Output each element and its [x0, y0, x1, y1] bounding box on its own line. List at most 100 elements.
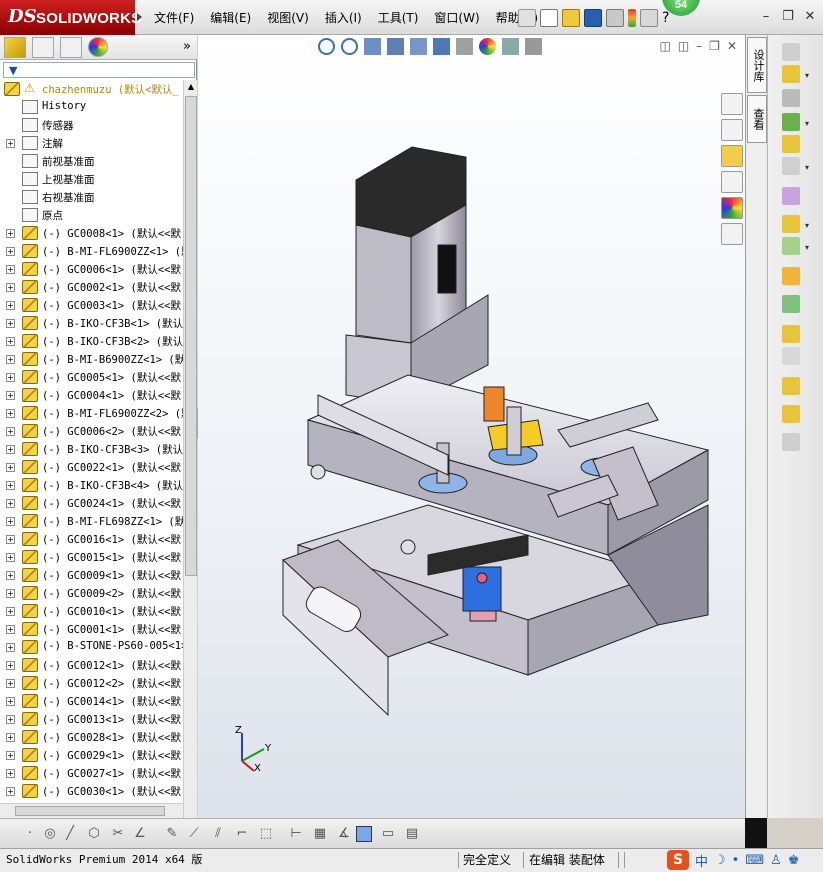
- tree-item[interactable]: + (-) GC0022<1> (默认<<默: [0, 458, 183, 476]
- polygon-icon[interactable]: ⬡: [86, 826, 102, 842]
- expand-icon[interactable]: +: [6, 355, 15, 364]
- help-icon[interactable]: ?: [662, 10, 669, 26]
- window-icon[interactable]: ▭: [380, 826, 396, 842]
- tree-item[interactable]: + (-) GC0004<1> (默认<<默: [0, 386, 183, 404]
- tree-item[interactable]: 原点: [0, 206, 183, 224]
- keyboard-icon[interactable]: ⌨: [745, 853, 764, 868]
- tree-item[interactable]: 右视基准面: [0, 188, 183, 206]
- design-library-tab[interactable]: 设计库: [747, 37, 767, 93]
- minimize-icon[interactable]: –: [759, 10, 773, 24]
- graphics-area[interactable]: ◫ ◫ – ❐ ✕ Z Y X: [198, 35, 745, 818]
- scroll-up-icon[interactable]: ▲: [185, 80, 197, 94]
- menu-view[interactable]: 视图(V): [259, 9, 317, 27]
- expand-icon[interactable]: +: [6, 769, 15, 778]
- restore-icon[interactable]: ❐: [781, 10, 795, 24]
- expand-icon[interactable]: +: [6, 463, 15, 472]
- custom-properties-icon[interactable]: [721, 223, 743, 245]
- solidworks-logo[interactable]: DS SOLIDWORKS: [0, 0, 141, 35]
- expand-icon[interactable]: +: [6, 481, 15, 490]
- user-icon[interactable]: ♙: [770, 853, 782, 868]
- expand-icon[interactable]: +: [6, 139, 15, 148]
- tree-item[interactable]: + (-) GC0005<1> (默认<<默: [0, 368, 183, 386]
- instant3d-icon[interactable]: [782, 433, 800, 451]
- expand-icon[interactable]: +: [6, 517, 15, 526]
- expand-icon[interactable]: +: [6, 661, 15, 670]
- linear-pattern-icon[interactable]: [782, 113, 800, 131]
- bill-of-materials-icon[interactable]: [782, 295, 800, 313]
- expand-icon[interactable]: +: [6, 247, 15, 256]
- shaded-view-icon[interactable]: [356, 826, 372, 842]
- options-icon[interactable]: [640, 9, 658, 27]
- expand-icon[interactable]: +: [6, 499, 15, 508]
- tree-item[interactable]: + (-) B-MI-FL6900ZZ<2> (默: [0, 404, 183, 422]
- folder-icon[interactable]: [721, 145, 743, 167]
- expand-icon[interactable]: +: [6, 319, 15, 328]
- expand-icon[interactable]: +: [6, 625, 15, 634]
- menu-tools[interactable]: 工具(T): [370, 9, 427, 27]
- tree-item[interactable]: 传感器: [0, 116, 183, 134]
- tree-item[interactable]: + (-) GC0006<1> (默认<<默: [0, 260, 183, 278]
- table-icon[interactable]: ▤: [404, 826, 420, 842]
- tree-item[interactable]: + (-) GC0027<1> (默认<<默: [0, 764, 183, 782]
- tree-item[interactable]: + (-) GC0028<1> (默认<<默: [0, 728, 183, 746]
- tree-item[interactable]: History: [0, 98, 183, 116]
- expand-icon[interactable]: +: [6, 391, 15, 400]
- tree-item[interactable]: + (-) B-STONE-PS60-005<1>: [0, 638, 183, 656]
- close-icon[interactable]: ✕: [803, 10, 817, 24]
- new-document-icon[interactable]: [540, 9, 558, 27]
- tree-root-assembly[interactable]: ⚠ chazhenmuzu (默认<默认_: [0, 80, 183, 98]
- expand-icon[interactable]: +: [6, 643, 15, 652]
- expand-icon[interactable]: +: [6, 553, 15, 562]
- paperclip-icon[interactable]: [782, 89, 800, 107]
- line-icon[interactable]: ╱: [62, 826, 78, 842]
- home-icon[interactable]: [721, 93, 743, 115]
- expand-icon[interactable]: +: [6, 229, 15, 238]
- configuration-manager-tab[interactable]: [60, 37, 82, 58]
- tree-item[interactable]: 上视基准面: [0, 170, 183, 188]
- tree-item[interactable]: + (-) B-IKO-CF3B<3> (默认: [0, 440, 183, 458]
- expand-icon[interactable]: +: [6, 679, 15, 688]
- explode-line-sketch-icon[interactable]: [782, 347, 800, 365]
- expand-icon[interactable]: +: [6, 715, 15, 724]
- rectangle-dash-icon[interactable]: ⬚: [258, 826, 274, 842]
- move-component-icon[interactable]: [782, 157, 800, 175]
- tree-item[interactable]: + (-) B-MI-FL6900ZZ<1> (默: [0, 242, 183, 260]
- open-folder-icon[interactable]: [562, 9, 580, 27]
- expand-icon[interactable]: +: [6, 787, 15, 796]
- expand-icon[interactable]: +: [6, 283, 15, 292]
- scroll-thumb[interactable]: [185, 96, 197, 576]
- chevron-down-icon[interactable]: ▾: [805, 119, 809, 128]
- tree-item[interactable]: + (-) GC0030<1> (默认<<默: [0, 782, 183, 800]
- point-icon[interactable]: ·: [22, 826, 38, 842]
- menu-insert[interactable]: 插入(I): [317, 9, 370, 27]
- moon-icon[interactable]: ☽: [714, 853, 726, 868]
- tree-item[interactable]: + (-) GC0009<2> (默认<<默: [0, 584, 183, 602]
- offset-icon[interactable]: ⫽: [210, 826, 226, 842]
- print-icon[interactable]: [606, 9, 624, 27]
- file-explorer-icon[interactable]: [721, 171, 743, 193]
- expand-icon[interactable]: +: [6, 535, 15, 544]
- tree-item[interactable]: + (-) GC0014<1> (默认<<默: [0, 692, 183, 710]
- chevron-down-icon[interactable]: ▾: [805, 163, 809, 172]
- menu-window[interactable]: 窗口(W): [426, 9, 487, 27]
- hscroll-thumb[interactable]: [15, 806, 165, 816]
- chamfer-icon[interactable]: ⟋: [186, 826, 202, 842]
- save-icon[interactable]: [584, 9, 602, 27]
- tree-item[interactable]: 前视基准面: [0, 152, 183, 170]
- sogou-icon[interactable]: S: [667, 850, 689, 870]
- shirt-icon[interactable]: ♚: [788, 853, 800, 868]
- interference-detection-icon[interactable]: [782, 377, 800, 395]
- mate-icon[interactable]: [782, 65, 800, 83]
- tree-item[interactable]: + (-) GC0015<1> (默认<<默: [0, 548, 183, 566]
- tree-item[interactable]: + (-) B-IKO-CF3B<2> (默认: [0, 332, 183, 350]
- appearances-icon[interactable]: [721, 197, 743, 219]
- tree-item[interactable]: + (-) GC0003<1> (默认<<默: [0, 296, 183, 314]
- show-hidden-components-icon[interactable]: [782, 187, 800, 205]
- expand-icon[interactable]: +: [6, 265, 15, 274]
- tree-item[interactable]: + (-) GC0001<1> (默认<<默: [0, 620, 183, 638]
- insert-component-icon[interactable]: [782, 43, 800, 61]
- feature-tree-tab[interactable]: [4, 37, 26, 58]
- assembly-3d-model[interactable]: [198, 35, 745, 818]
- expand-icon[interactable]: +: [6, 337, 15, 346]
- property-manager-tab[interactable]: [32, 37, 54, 58]
